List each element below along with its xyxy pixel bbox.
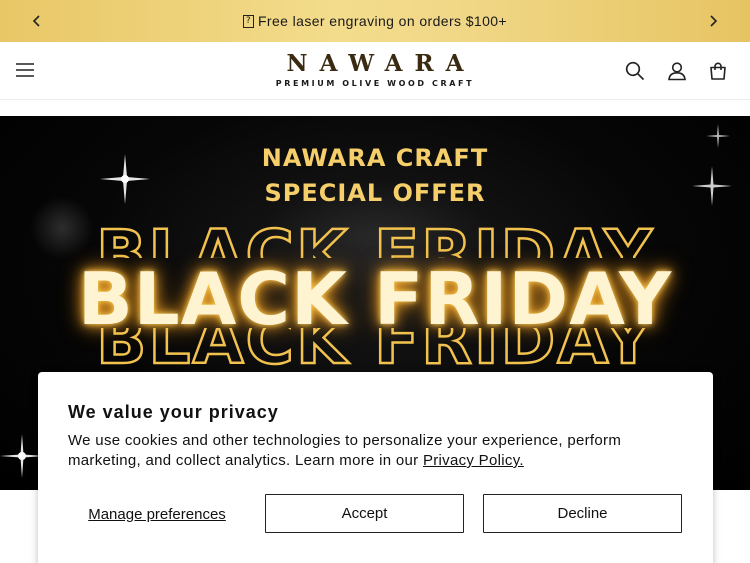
site-logo[interactable]: NAWARA PREMIUM OLIVE WOOD CRAFT [250, 50, 500, 89]
hero-subtitle-line-2: SPECIAL OFFER [264, 179, 486, 207]
shopping-bag-icon [710, 62, 726, 80]
brand-name: NAWARA [286, 50, 476, 77]
announcement-bar: ? Free laser engraving on orders $100+ [0, 0, 750, 42]
privacy-title: We value your privacy [68, 402, 279, 422]
brand-tagline: PREMIUM OLIVE WOOD CRAFT [275, 79, 475, 88]
chevron-right-icon [710, 15, 718, 27]
manage-preferences-button[interactable]: Manage preferences [68, 494, 246, 534]
account-button[interactable] [664, 58, 690, 84]
next-announcement-button[interactable] [692, 0, 734, 42]
site-header: NAWARA PREMIUM OLIVE WOOD CRAFT [0, 42, 750, 100]
headline-outline-bottom-text: BLACK FRIDAY [95, 328, 654, 368]
privacy-body-text: We use cookies and other technologies to… [68, 432, 622, 469]
announcement-message: Free laser engraving on orders $100+ [257, 13, 508, 29]
hero-subtitle-line-1: NAWARA CRAFT [261, 144, 489, 172]
previous-announcement-button[interactable] [16, 0, 58, 42]
privacy-description: We use cookies and other technologies to… [68, 431, 688, 471]
menu-button[interactable] [12, 57, 38, 83]
chevron-left-icon [32, 15, 40, 27]
headline-outline-top: BLACK FRIDAY [95, 216, 654, 258]
hamburger-menu-icon [16, 63, 34, 77]
privacy-policy-link[interactable]: Privacy Policy. [423, 452, 524, 469]
gift-icon: ? [242, 14, 254, 28]
decline-button[interactable]: Decline [483, 494, 682, 533]
search-button[interactable] [622, 58, 648, 84]
accept-button[interactable]: Accept [265, 494, 464, 533]
cart-button[interactable] [705, 58, 731, 84]
headline-outline-bottom: BLACK FRIDAY [0, 328, 750, 368]
announcement-text-row: ? Free laser engraving on orders $100+ [242, 13, 508, 29]
search-icon [625, 61, 645, 81]
privacy-consent-banner: We value your privacy We use cookies and… [38, 372, 713, 563]
user-icon [668, 62, 686, 81]
